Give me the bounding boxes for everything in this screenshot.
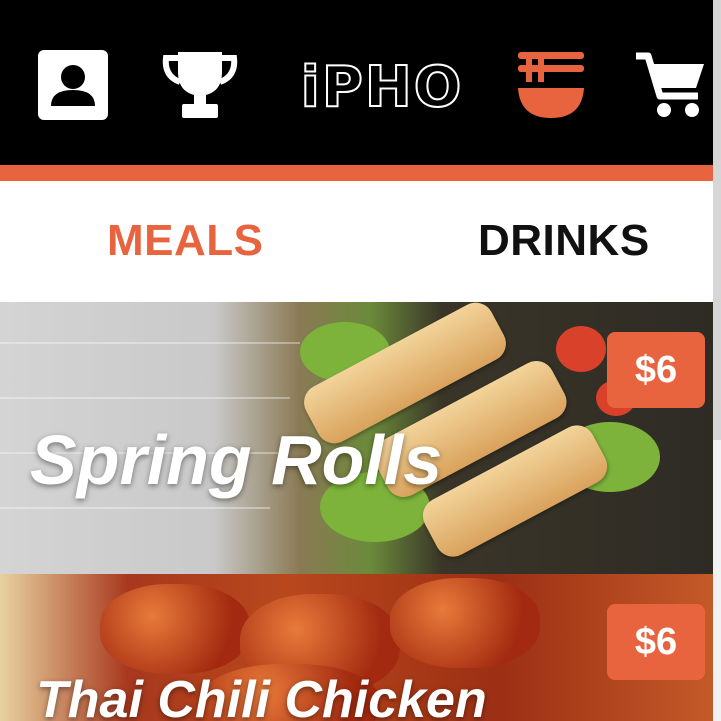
price-badge: $6 (607, 604, 705, 680)
header-accent-strip (0, 165, 713, 181)
menu-tabs: MEALS DRINKS (0, 181, 713, 302)
top-navigation-bar: iPHO (0, 0, 713, 165)
tab-drinks[interactable]: DRINKS (478, 215, 650, 267)
app-logo[interactable]: iPHO (296, 55, 468, 120)
menu-item-card[interactable]: $6 Thai Chili Chicken (0, 574, 713, 721)
menu-item-title: Spring Rolls (30, 421, 443, 499)
menu-item-card[interactable]: $6 Spring Rolls (0, 302, 713, 574)
trophy-icon[interactable] (162, 50, 238, 120)
scrollbar[interactable] (713, 0, 721, 721)
logo-text: iPHO (300, 55, 464, 120)
tab-meals[interactable]: MEALS (107, 215, 264, 267)
price-badge: $6 (607, 332, 705, 408)
cart-icon[interactable] (634, 50, 708, 120)
noodle-bowl-icon[interactable] (516, 50, 586, 120)
menu-item-title: Thai Chili Chicken (36, 671, 487, 721)
scrollbar-thumb[interactable] (713, 0, 721, 440)
user-icon[interactable] (38, 50, 108, 120)
